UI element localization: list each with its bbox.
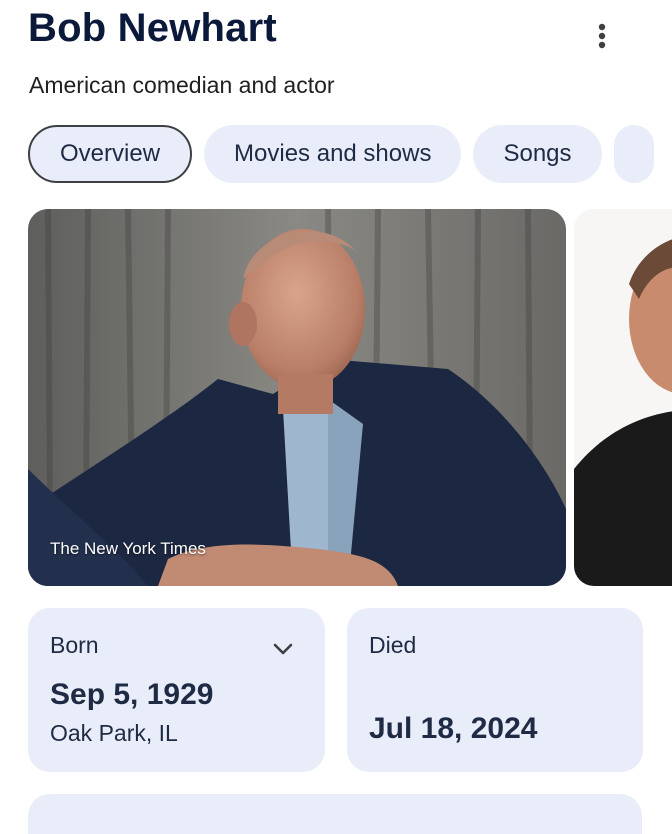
born-date: Sep 5, 1929: [50, 678, 214, 711]
chevron-down-icon[interactable]: [268, 634, 298, 664]
next-card-partial[interactable]: [28, 794, 642, 834]
portrait-image-secondary: [574, 209, 672, 586]
entity-subtitle: American comedian and actor: [29, 72, 335, 98]
more-options-button[interactable]: [586, 18, 618, 54]
tab-more-partial[interactable]: [613, 125, 654, 183]
main-photo[interactable]: The New York Times: [28, 209, 566, 586]
born-place: Oak Park, IL: [50, 720, 178, 746]
died-label: Died: [369, 632, 417, 658]
image-gallery: The New York Times: [28, 209, 672, 586]
tab-songs[interactable]: Songs: [473, 125, 602, 183]
died-date: Jul 18, 2024: [369, 712, 538, 745]
died-card[interactable]: Died Jul 18, 2024: [347, 608, 643, 772]
tab-movies-and-shows[interactable]: Movies and shows: [204, 125, 462, 183]
more-vert-icon: [598, 23, 606, 49]
born-card[interactable]: Born Sep 5, 1929 Oak Park, IL: [28, 608, 325, 772]
photo-source-caption: The New York Times: [50, 539, 206, 558]
second-photo[interactable]: [574, 209, 672, 586]
born-label: Born: [50, 632, 99, 658]
portrait-image: [28, 209, 566, 586]
tab-overview[interactable]: Overview: [28, 125, 193, 183]
tab-bar: Overview Movies and shows Songs: [28, 125, 654, 183]
entity-title: Bob Newhart: [28, 6, 277, 50]
